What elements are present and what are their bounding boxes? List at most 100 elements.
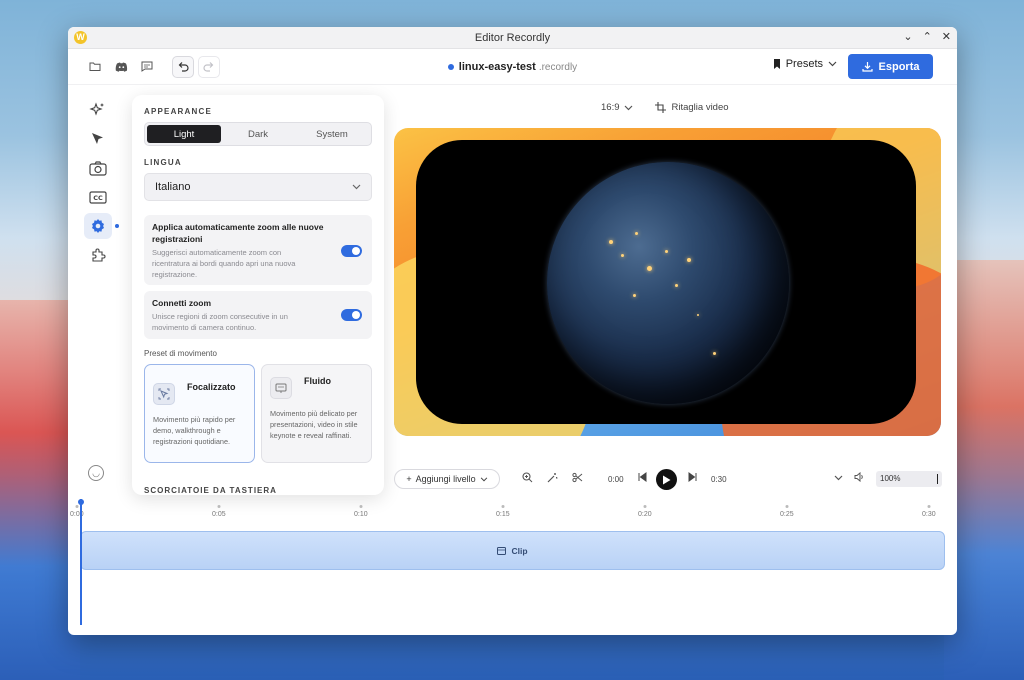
- zoom-in-icon[interactable]: [522, 472, 533, 486]
- window-controls: ⌄ ⌃ ✕: [903, 30, 951, 43]
- theme-light-option[interactable]: Light: [147, 125, 221, 143]
- chevron-down-icon: [480, 476, 487, 481]
- auto-zoom-setting: Applica automaticamente zoom alle nuove …: [144, 215, 372, 285]
- extension-puzzle-icon[interactable]: [84, 242, 112, 268]
- cursor-icon[interactable]: [84, 126, 112, 152]
- skip-forward-icon[interactable]: [688, 472, 698, 485]
- crop-icon: [654, 102, 666, 113]
- timeline-tick: 0:00: [70, 511, 84, 518]
- zoom-level-field[interactable]: 100%: [876, 471, 942, 487]
- window-title: Editor Recordly: [474, 31, 551, 44]
- project-name: linux-easy-test: [458, 61, 536, 73]
- clip-icon: [497, 546, 507, 555]
- motion-presets-title: Preset di movimento: [144, 349, 217, 358]
- connect-zoom-title: Connetti zoom: [152, 298, 212, 308]
- crop-video-button[interactable]: Ritaglia video: [654, 102, 729, 113]
- maximize-button[interactable]: ⌃: [923, 30, 932, 43]
- theme-system-option[interactable]: System: [295, 125, 369, 143]
- connect-zoom-description: Unisce regioni di zoom consecutive in un…: [152, 312, 288, 332]
- sidebar: CC: [84, 97, 119, 271]
- add-layer-button[interactable]: + Aggiungi livello: [394, 469, 500, 489]
- aspect-ratio-value: 16:9: [601, 102, 620, 113]
- auto-zoom-title: Applica automaticamente zoom alle nuove …: [152, 222, 324, 244]
- auto-zoom-toggle[interactable]: [341, 245, 362, 257]
- feedback-icon[interactable]: [136, 56, 158, 78]
- redo-icon[interactable]: [198, 55, 220, 78]
- play-icon: [663, 475, 671, 484]
- theme-dark-option[interactable]: Dark: [221, 125, 295, 143]
- toolbar: linux-easy-test .recordly Presets Esport…: [68, 49, 957, 85]
- scissors-icon[interactable]: [572, 472, 583, 486]
- export-label: Esporta: [878, 60, 920, 73]
- clip-label: Clip: [511, 545, 528, 556]
- minimize-button[interactable]: ⌄: [903, 30, 912, 43]
- video-preview[interactable]: [394, 128, 941, 436]
- presets-label: Presets: [785, 58, 823, 70]
- earth-image: [547, 162, 789, 404]
- project-extension: .recordly: [538, 61, 578, 73]
- discord-icon[interactable]: [110, 56, 132, 78]
- motion-preset-focused[interactable]: Focalizzato Movimento più rapido per dem…: [144, 364, 255, 463]
- timeline-tick: 0:20: [638, 511, 652, 518]
- play-button[interactable]: [656, 469, 677, 490]
- motion-preset-cards: Focalizzato Movimento più rapido per dem…: [144, 364, 372, 463]
- captions-icon[interactable]: CC: [84, 184, 112, 210]
- aspect-ratio-select[interactable]: 16:9: [601, 102, 633, 113]
- timeline-tick: 0:25: [780, 511, 794, 518]
- auto-zoom-description: Suggerisci automaticamente zoom con rice…: [152, 248, 296, 279]
- canvas-header: 16:9 Ritaglia video: [601, 102, 729, 113]
- bookmark-icon: [773, 59, 780, 69]
- svg-text:CC: CC: [93, 194, 103, 202]
- open-folder-icon[interactable]: [84, 56, 106, 78]
- timeline: 0:00 0:05 0:10 0:15 0:20 0:25 0:30 Clip: [68, 497, 957, 635]
- app-window: W Editor Recordly ⌄ ⌃ ✕ linux-easy-test …: [68, 27, 957, 635]
- language-value: Italiano: [155, 181, 191, 193]
- motion-preset-fluid-desc: Movimento più delicato per presentazioni…: [270, 409, 358, 440]
- playhead[interactable]: [78, 499, 83, 625]
- title-bar: W Editor Recordly ⌄ ⌃ ✕: [68, 27, 957, 49]
- chevron-down-icon: [352, 184, 361, 190]
- chevron-down-icon: [624, 105, 632, 110]
- plus-icon: +: [406, 474, 412, 484]
- motion-preset-focused-desc: Movimento più rapido per demo, walkthrou…: [153, 415, 236, 446]
- timeline-clip[interactable]: Clip: [80, 531, 945, 570]
- timeline-tick: 0:05: [212, 511, 226, 518]
- chevron-down-icon: [828, 61, 837, 67]
- motion-preset-fluid[interactable]: Fluido Movimento più delicato per presen…: [261, 364, 372, 463]
- appearance-title: APPEARANCE: [144, 107, 213, 116]
- export-button[interactable]: Esporta: [848, 54, 933, 79]
- timeline-ruler[interactable]: 0:00 0:05 0:10 0:15 0:20 0:25 0:30: [70, 501, 946, 521]
- timeline-tick: 0:30: [922, 511, 936, 518]
- timeline-tick: 0:10: [354, 511, 368, 518]
- sparkles-icon[interactable]: [84, 97, 112, 123]
- presentation-icon: [270, 377, 292, 399]
- connect-zoom-setting: Connetti zoom Unisce regioni di zoom con…: [144, 291, 372, 339]
- add-layer-label: Aggiungi livello: [415, 474, 476, 484]
- current-time: 0:00: [608, 475, 624, 484]
- undo-icon[interactable]: [172, 55, 194, 78]
- magic-wand-icon[interactable]: [547, 472, 558, 486]
- skip-back-icon[interactable]: [637, 472, 647, 485]
- motion-preset-fluid-name: Fluido: [304, 376, 331, 386]
- language-select[interactable]: Italiano: [144, 173, 372, 201]
- motion-preset-focused-name: Focalizzato: [187, 382, 236, 392]
- duration: 0:30: [711, 475, 727, 484]
- app-logo-icon: W: [74, 31, 87, 44]
- settings-panel: APPEARANCE Light Dark System LINGUA Ital…: [132, 95, 384, 495]
- camera-icon[interactable]: [84, 155, 112, 181]
- presets-dropdown[interactable]: Presets: [773, 58, 837, 70]
- theme-segmented-control: Light Dark System: [144, 122, 372, 146]
- focus-cursor-icon: [153, 383, 175, 405]
- volume-icon[interactable]: [854, 471, 865, 485]
- video-frame: [416, 140, 916, 424]
- settings-gear-icon[interactable]: [84, 213, 119, 239]
- chevron-down-icon[interactable]: [834, 472, 843, 484]
- unsaved-dot-icon: [447, 64, 454, 70]
- user-account-icon[interactable]: ◡: [88, 465, 104, 481]
- keyboard-shortcuts-title: SCORCIATOIE DA TASTIERA: [144, 486, 277, 495]
- download-icon: [861, 62, 873, 72]
- language-title: LINGUA: [144, 158, 182, 167]
- connect-zoom-toggle[interactable]: [341, 309, 362, 321]
- crop-video-label: Ritaglia video: [671, 102, 729, 113]
- close-window-button[interactable]: ✕: [942, 30, 951, 43]
